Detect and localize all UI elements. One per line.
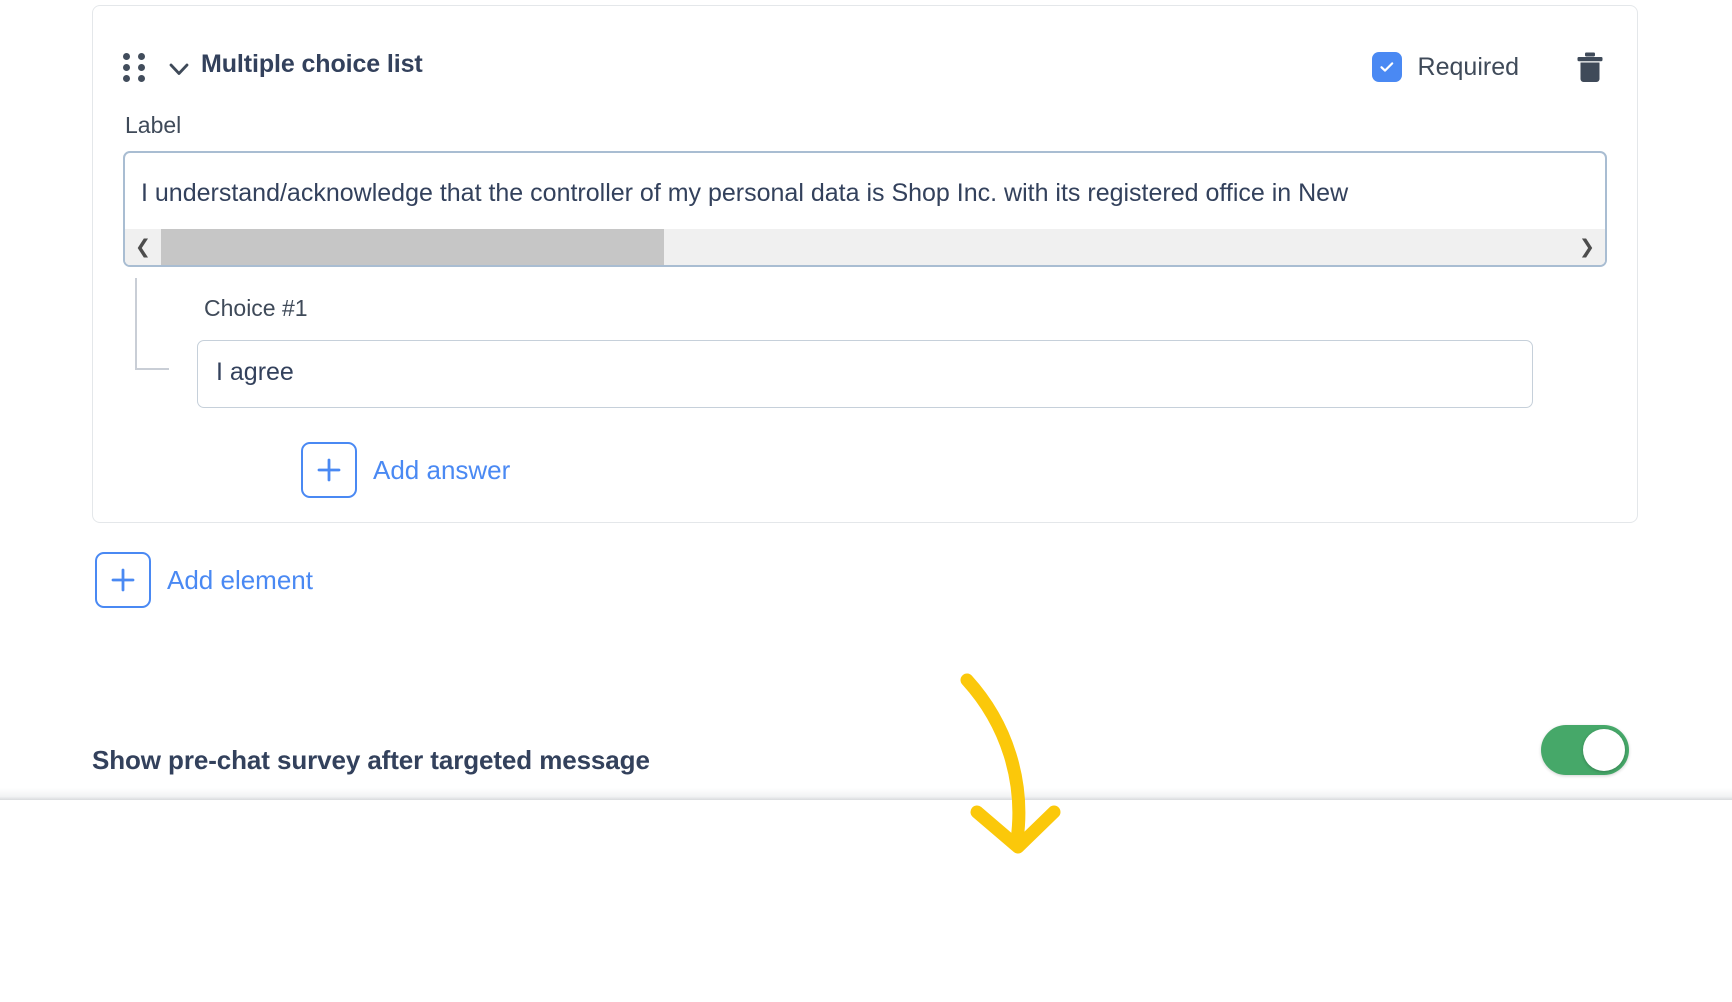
scrollbar-thumb[interactable] [161, 229, 664, 265]
required-toggle[interactable]: Required [1371, 52, 1519, 82]
chevron-down-icon[interactable] [166, 56, 192, 82]
choice-tree-connector [135, 278, 169, 370]
add-answer-button[interactable]: Add answer [301, 442, 510, 498]
label-input[interactable]: I understand/acknowledge that the contro… [123, 151, 1607, 267]
footer-divider [0, 788, 1732, 800]
plus-icon [301, 442, 357, 498]
survey-element-card: Multiple choice list Required Label I un… [92, 5, 1638, 523]
footer-bar: Cancel Save changes [0, 800, 1732, 1002]
add-element-label: Add element [167, 564, 313, 595]
label-field-caption: Label [125, 112, 182, 138]
trash-icon[interactable] [1573, 50, 1607, 86]
choice-input[interactable]: I agree [197, 340, 1533, 408]
toggle-knob [1583, 729, 1625, 771]
required-checkbox[interactable] [1371, 52, 1402, 82]
required-label: Required [1417, 52, 1519, 81]
add-element-button[interactable]: Add element [95, 552, 313, 608]
settings-panel: Multiple choice list Required Label I un… [0, 0, 1732, 1002]
plus-icon [95, 552, 151, 608]
drag-dots-icon[interactable] [123, 53, 145, 83]
scroll-left-arrow-icon[interactable]: ❮ [125, 229, 161, 265]
pre-chat-survey-label: Show pre-chat survey after targeted mess… [92, 745, 650, 775]
choice-caption: Choice #1 [204, 295, 308, 321]
pre-chat-survey-toggle[interactable] [1541, 725, 1629, 775]
scroll-right-arrow-icon[interactable]: ❯ [1569, 229, 1605, 265]
add-answer-label: Add answer [373, 454, 511, 485]
element-title: Multiple choice list [201, 50, 423, 78]
scrollbar-track[interactable] [161, 229, 1569, 265]
label-horizontal-scrollbar[interactable]: ❮ ❯ [125, 229, 1605, 265]
check-icon [1379, 62, 1393, 72]
label-input-value: I understand/acknowledge that the contro… [141, 179, 1349, 207]
choice-input-value: I agree [216, 358, 294, 386]
element-card-header: Multiple choice list Required [93, 6, 1637, 110]
